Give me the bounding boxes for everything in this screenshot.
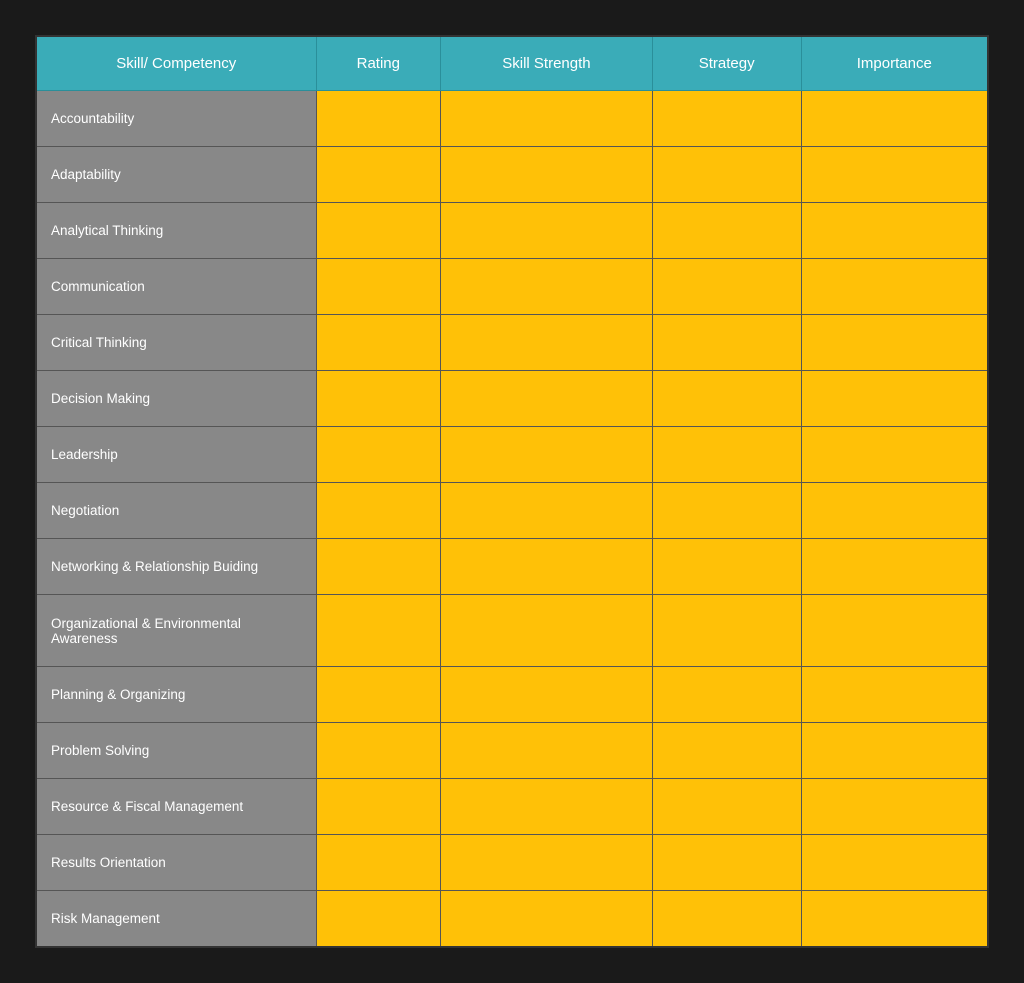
table-row: Problem Solving (36, 723, 988, 779)
header-strategy: Strategy (652, 36, 801, 91)
importance-cell[interactable] (801, 539, 988, 595)
strategy-cell[interactable] (652, 779, 801, 835)
table-row: Analytical Thinking (36, 203, 988, 259)
header-skill-competency: Skill/ Competency (36, 36, 316, 91)
table-row: Networking & Relationship Buiding (36, 539, 988, 595)
importance-cell[interactable] (801, 891, 988, 947)
skill-strength-cell[interactable] (441, 259, 653, 315)
rating-cell[interactable] (316, 891, 441, 947)
rating-cell[interactable] (316, 595, 441, 667)
table-row: Organizational & Environmental Awareness (36, 595, 988, 667)
importance-cell[interactable] (801, 315, 988, 371)
strategy-cell[interactable] (652, 427, 801, 483)
skill-strength-cell[interactable] (441, 315, 653, 371)
strategy-cell[interactable] (652, 891, 801, 947)
skill-strength-cell[interactable] (441, 723, 653, 779)
strategy-cell[interactable] (652, 147, 801, 203)
skill-strength-cell[interactable] (441, 203, 653, 259)
skill-label: Communication (36, 259, 316, 315)
rating-cell[interactable] (316, 667, 441, 723)
strategy-cell[interactable] (652, 371, 801, 427)
table-row: Adaptability (36, 147, 988, 203)
table-row: Decision Making (36, 371, 988, 427)
skill-strength-cell[interactable] (441, 91, 653, 147)
skill-label: Planning & Organizing (36, 667, 316, 723)
table-row: Planning & Organizing (36, 667, 988, 723)
rating-cell[interactable] (316, 539, 441, 595)
strategy-cell[interactable] (652, 723, 801, 779)
skill-label: Accountability (36, 91, 316, 147)
rating-cell[interactable] (316, 371, 441, 427)
rating-cell[interactable] (316, 835, 441, 891)
skill-label: Networking & Relationship Buiding (36, 539, 316, 595)
importance-cell[interactable] (801, 371, 988, 427)
skill-strength-cell[interactable] (441, 891, 653, 947)
rating-cell[interactable] (316, 259, 441, 315)
skill-strength-cell[interactable] (441, 371, 653, 427)
skill-strength-cell[interactable] (441, 147, 653, 203)
rating-cell[interactable] (316, 779, 441, 835)
skill-strength-cell[interactable] (441, 595, 653, 667)
strategy-cell[interactable] (652, 203, 801, 259)
skill-strength-cell[interactable] (441, 483, 653, 539)
skill-label: Risk Management (36, 891, 316, 947)
skill-strength-cell[interactable] (441, 667, 653, 723)
skill-label: Critical Thinking (36, 315, 316, 371)
rating-cell[interactable] (316, 483, 441, 539)
table-row: Risk Management (36, 891, 988, 947)
table-row: Results Orientation (36, 835, 988, 891)
header-importance: Importance (801, 36, 988, 91)
skill-label: Leadership (36, 427, 316, 483)
importance-cell[interactable] (801, 723, 988, 779)
skill-strength-cell[interactable] (441, 835, 653, 891)
rating-cell[interactable] (316, 147, 441, 203)
table-container: Skill/ Competency Rating Skill Strength … (20, 20, 1004, 963)
strategy-cell[interactable] (652, 667, 801, 723)
table-row: Accountability (36, 91, 988, 147)
skill-strength-cell[interactable] (441, 539, 653, 595)
skill-label: Resource & Fiscal Management (36, 779, 316, 835)
header-row: Skill/ Competency Rating Skill Strength … (36, 36, 988, 91)
rating-cell[interactable] (316, 427, 441, 483)
rating-cell[interactable] (316, 723, 441, 779)
strategy-cell[interactable] (652, 539, 801, 595)
importance-cell[interactable] (801, 427, 988, 483)
rating-cell[interactable] (316, 91, 441, 147)
rating-cell[interactable] (316, 203, 441, 259)
table-row: Resource & Fiscal Management (36, 779, 988, 835)
rating-cell[interactable] (316, 315, 441, 371)
table-row: Leadership (36, 427, 988, 483)
importance-cell[interactable] (801, 595, 988, 667)
strategy-cell[interactable] (652, 595, 801, 667)
skill-label: Analytical Thinking (36, 203, 316, 259)
skill-strength-cell[interactable] (441, 427, 653, 483)
importance-cell[interactable] (801, 835, 988, 891)
importance-cell[interactable] (801, 203, 988, 259)
skill-label: Results Orientation (36, 835, 316, 891)
strategy-cell[interactable] (652, 91, 801, 147)
importance-cell[interactable] (801, 91, 988, 147)
table-row: Negotiation (36, 483, 988, 539)
strategy-cell[interactable] (652, 315, 801, 371)
skill-label: Decision Making (36, 371, 316, 427)
importance-cell[interactable] (801, 259, 988, 315)
strategy-cell[interactable] (652, 835, 801, 891)
strategy-cell[interactable] (652, 483, 801, 539)
importance-cell[interactable] (801, 483, 988, 539)
skill-label: Negotiation (36, 483, 316, 539)
importance-cell[interactable] (801, 667, 988, 723)
skill-label: Problem Solving (36, 723, 316, 779)
table-row: Communication (36, 259, 988, 315)
skills-table: Skill/ Competency Rating Skill Strength … (35, 35, 989, 948)
table-row: Critical Thinking (36, 315, 988, 371)
strategy-cell[interactable] (652, 259, 801, 315)
skill-label: Organizational & Environmental Awareness (36, 595, 316, 667)
header-rating: Rating (316, 36, 441, 91)
header-skill-strength: Skill Strength (441, 36, 653, 91)
skill-label: Adaptability (36, 147, 316, 203)
importance-cell[interactable] (801, 147, 988, 203)
importance-cell[interactable] (801, 779, 988, 835)
skill-strength-cell[interactable] (441, 779, 653, 835)
